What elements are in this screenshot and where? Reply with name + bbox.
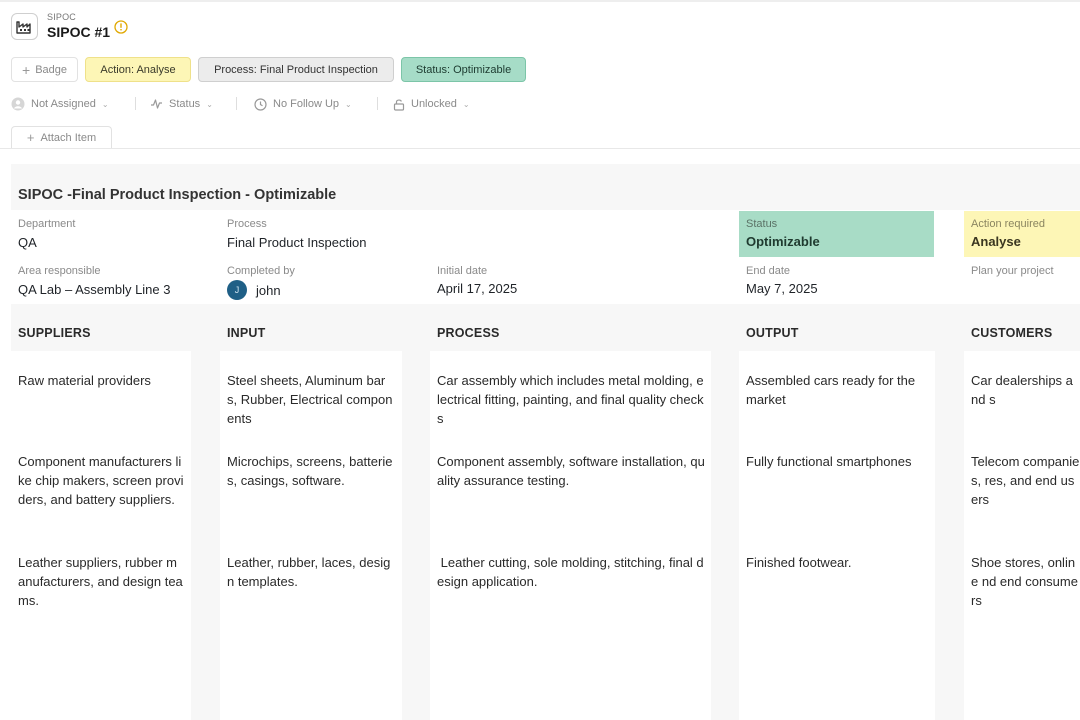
process-value[interactable]: Final Product Inspection bbox=[227, 235, 366, 250]
breadcrumb: SIPOC bbox=[47, 12, 77, 22]
list-item[interactable]: Finished footwear. bbox=[746, 553, 928, 572]
initial-date-label: Initial date bbox=[437, 265, 488, 277]
end-date-label: End date bbox=[746, 265, 791, 277]
list-item[interactable]: Component manufacturers like chip makers… bbox=[18, 452, 184, 509]
divider bbox=[236, 97, 237, 110]
divider bbox=[0, 148, 1080, 149]
attach-item-button[interactable]: + Attach Item bbox=[11, 126, 112, 148]
factory-icon[interactable] bbox=[11, 13, 38, 40]
list-item[interactable]: Fully functional smartphones bbox=[746, 452, 928, 471]
activity-icon bbox=[151, 99, 162, 109]
plus-icon: + bbox=[26, 130, 35, 145]
process-badge[interactable]: Process: Final Product Inspection bbox=[198, 57, 394, 82]
board-title: SIPOC -Final Product Inspection - Optimi… bbox=[18, 187, 337, 203]
clock-icon bbox=[254, 97, 267, 111]
chevron-down-icon: ⌄ bbox=[345, 99, 352, 109]
add-badge-button[interactable]: + Badge bbox=[11, 57, 78, 82]
divider bbox=[377, 97, 378, 110]
suppliers-column bbox=[11, 351, 191, 720]
process-label: Process bbox=[227, 218, 267, 230]
chevron-down-icon: ⌄ bbox=[101, 99, 109, 109]
page-title: SIPOC #1 bbox=[47, 24, 111, 40]
list-item[interactable]: Assembled cars ready for the market bbox=[746, 371, 928, 409]
list-item[interactable]: Raw material providers bbox=[18, 371, 184, 390]
list-item[interactable]: Microchips, screens, batteries, casings,… bbox=[227, 452, 395, 490]
list-item[interactable]: Leather, rubber, laces, design templates… bbox=[227, 553, 395, 591]
initial-date-value[interactable]: April 17, 2025 bbox=[437, 281, 517, 296]
department-label: Department bbox=[18, 218, 76, 230]
list-item[interactable]: Telecom companies, res, and end users bbox=[971, 452, 1080, 509]
completed-by-label: Completed by bbox=[227, 265, 295, 277]
status-badge[interactable]: Status: Optimizable bbox=[401, 57, 526, 82]
customers-header: CUSTOMERS bbox=[971, 326, 1053, 340]
status-field[interactable]: Status Optimizable bbox=[739, 211, 934, 257]
unlock-icon bbox=[393, 98, 405, 111]
area-value[interactable]: QA Lab – Assembly Line 3 bbox=[18, 282, 170, 297]
end-date-value[interactable]: May 7, 2025 bbox=[746, 281, 818, 296]
list-item[interactable]: Leather cutting, sole molding, stitching… bbox=[437, 553, 705, 591]
action-required-field[interactable]: Action required Analyse bbox=[964, 211, 1080, 257]
chevron-down-icon: ⌄ bbox=[462, 99, 470, 109]
status-value: Optimizable bbox=[746, 234, 820, 249]
area-label: Area responsible bbox=[18, 265, 101, 277]
completed-by-value[interactable]: john bbox=[256, 283, 281, 298]
action-value: Analyse bbox=[971, 234, 1021, 249]
avatar[interactable]: J bbox=[227, 280, 247, 300]
top-border bbox=[0, 0, 1080, 2]
lock-dropdown[interactable]: Unlocked ⌄ bbox=[393, 96, 470, 112]
warning-circle-icon[interactable] bbox=[114, 20, 128, 34]
chevron-down-icon: ⌄ bbox=[206, 99, 213, 109]
assignee-dropdown[interactable]: Not Assigned ⌄ bbox=[11, 96, 109, 112]
plan-project-link[interactable]: Plan your project bbox=[971, 265, 1054, 277]
user-icon bbox=[11, 97, 25, 111]
suppliers-header: SUPPLIERS bbox=[18, 326, 91, 340]
list-item[interactable]: Shoe stores, online nd end consumers bbox=[971, 553, 1080, 610]
list-item[interactable]: Component assembly, software installatio… bbox=[437, 452, 705, 490]
list-item[interactable]: Steel sheets, Aluminum bars, Rubber, Ele… bbox=[227, 371, 395, 428]
input-header: INPUT bbox=[227, 326, 266, 340]
list-item[interactable]: Leather suppliers, rubber manufacturers,… bbox=[18, 553, 184, 610]
action-label: Action required bbox=[971, 218, 1045, 230]
divider bbox=[135, 97, 136, 110]
status-dropdown[interactable]: Status ⌄ bbox=[150, 96, 213, 112]
output-header: OUTPUT bbox=[746, 326, 799, 340]
list-item[interactable]: Car dealerships and s bbox=[971, 371, 1080, 409]
follow-up-dropdown[interactable]: No Follow Up ⌄ bbox=[254, 96, 352, 112]
action-badge[interactable]: Action: Analyse bbox=[85, 57, 191, 82]
plus-icon: + bbox=[22, 61, 31, 78]
department-value[interactable]: QA bbox=[18, 235, 37, 250]
list-item[interactable]: Car assembly which includes metal moldin… bbox=[437, 371, 705, 428]
status-label: Status bbox=[746, 218, 778, 230]
process-header: PROCESS bbox=[437, 326, 500, 340]
